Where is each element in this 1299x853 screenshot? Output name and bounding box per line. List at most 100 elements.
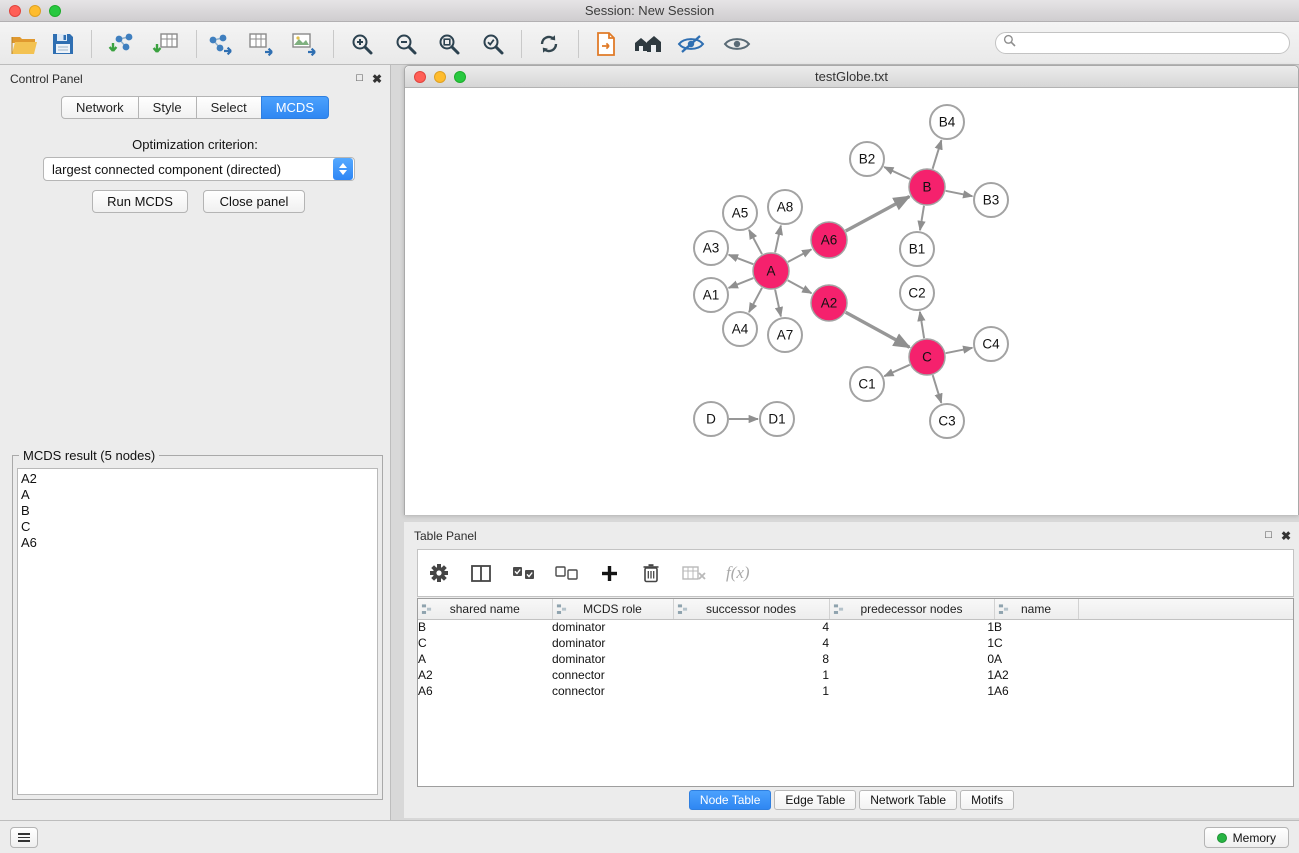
export-network-icon[interactable]: [200, 28, 238, 60]
node-table[interactable]: shared nameMCDS rolesuccessor nodesprede…: [417, 598, 1294, 787]
add-row-icon[interactable]: [598, 560, 620, 586]
table-cell[interactable]: B: [994, 619, 1078, 635]
table-cell[interactable]: 1: [829, 635, 994, 651]
table-cell[interactable]: A: [418, 651, 552, 667]
table-cell[interactable]: dominator: [552, 635, 673, 651]
table-cell[interactable]: dominator: [552, 651, 673, 667]
mcds-result-list[interactable]: A2ABCA6: [17, 468, 378, 795]
graph-edge-A6-B[interactable]: [846, 197, 910, 232]
close-panel-icon[interactable]: ✖: [372, 73, 382, 85]
tab-mcds[interactable]: MCDS: [261, 96, 329, 119]
table-cell[interactable]: C: [994, 635, 1078, 651]
graph-edge-C-C3[interactable]: [933, 375, 942, 403]
table-cell[interactable]: dominator: [552, 619, 673, 635]
export-table-icon[interactable]: [242, 28, 280, 60]
memory-button[interactable]: Memory: [1204, 827, 1289, 848]
graph-edge-B-B3[interactable]: [946, 191, 973, 196]
table-cell[interactable]: B: [418, 619, 552, 635]
table-cell[interactable]: 8: [673, 651, 829, 667]
table-cell[interactable]: connector: [552, 667, 673, 683]
tab-select[interactable]: Select: [196, 96, 262, 119]
table-cell[interactable]: 4: [673, 635, 829, 651]
graph-edge-A-A4[interactable]: [749, 288, 762, 312]
table-cell[interactable]: 1: [829, 683, 994, 699]
zoom-selected-icon[interactable]: [474, 28, 512, 60]
delete-row-icon[interactable]: [640, 560, 662, 586]
zoom-out-icon[interactable]: [387, 28, 425, 60]
table-row[interactable]: A6connector11A6: [418, 683, 1294, 699]
tab-node-table[interactable]: Node Table: [689, 790, 772, 810]
node-table-header[interactable]: shared nameMCDS rolesuccessor nodesprede…: [418, 599, 1294, 619]
close-panel-button[interactable]: Close panel: [203, 190, 305, 213]
graph-edge-A-A7[interactable]: [775, 290, 781, 317]
graph-edge-C-C1[interactable]: [884, 365, 909, 376]
show-all-icon[interactable]: [718, 28, 756, 60]
task-history-button[interactable]: [10, 827, 38, 848]
optimization-criterion-dropdown[interactable]: largest connected component (directed): [43, 157, 355, 181]
graph-edge-A-A2[interactable]: [788, 280, 812, 293]
run-mcds-button[interactable]: Run MCDS: [92, 190, 188, 213]
table-cell[interactable]: A6: [994, 683, 1078, 699]
result-item[interactable]: B: [21, 503, 377, 519]
table-cell[interactable]: C: [418, 635, 552, 651]
table-settings-icon[interactable]: [428, 560, 450, 586]
graph-edge-A-A8[interactable]: [775, 226, 781, 253]
table-cell[interactable]: 1: [829, 667, 994, 683]
column-header[interactable]: shared name: [418, 599, 552, 619]
graph-edge-A-A1[interactable]: [729, 278, 754, 288]
table-row[interactable]: Bdominator41B: [418, 619, 1294, 635]
result-item[interactable]: C: [21, 519, 377, 535]
graph-edge-C-C2[interactable]: [920, 312, 924, 338]
graph-edge-C-C4[interactable]: [946, 348, 973, 353]
table-row[interactable]: Adominator80A: [418, 651, 1294, 667]
tab-edge-table[interactable]: Edge Table: [774, 790, 856, 810]
column-header[interactable]: name: [994, 599, 1078, 619]
hide-selected-icon[interactable]: [672, 28, 710, 60]
table-cell[interactable]: A2: [418, 667, 552, 683]
column-header[interactable]: predecessor nodes: [829, 599, 994, 619]
export-image-icon[interactable]: [285, 28, 323, 60]
table-cell[interactable]: connector: [552, 683, 673, 699]
result-item[interactable]: A6: [21, 535, 377, 551]
tab-network-table[interactable]: Network Table: [859, 790, 957, 810]
save-session-icon[interactable]: [44, 28, 82, 60]
import-table-from-file-icon[interactable]: [147, 28, 185, 60]
graph-edge-A-A6[interactable]: [788, 249, 812, 262]
network-canvas-svg[interactable]: B4B2BB3A5A8A6B1A3AC2A1A2A4A7C4CC1C3DD1: [405, 88, 1298, 515]
graph-edge-B-B1[interactable]: [920, 206, 924, 230]
result-item[interactable]: A2: [21, 471, 377, 487]
column-header[interactable]: MCDS role: [552, 599, 673, 619]
tab-style[interactable]: Style: [138, 96, 197, 119]
table-row[interactable]: Cdominator41C: [418, 635, 1294, 651]
column-header[interactable]: successor nodes: [673, 599, 829, 619]
refresh-view-icon[interactable]: [530, 28, 568, 60]
search-input[interactable]: [1016, 34, 1289, 52]
table-cell[interactable]: 0: [829, 651, 994, 667]
table-cell[interactable]: A2: [994, 667, 1078, 683]
table-cell[interactable]: 1: [673, 667, 829, 683]
table-row[interactable]: A2connector11A2: [418, 667, 1294, 683]
table-cell[interactable]: 4: [673, 619, 829, 635]
table-cell[interactable]: A6: [418, 683, 552, 699]
tab-motifs[interactable]: Motifs: [960, 790, 1014, 810]
zoom-in-icon[interactable]: [343, 28, 381, 60]
float-panel-icon[interactable]: □: [356, 73, 363, 84]
float-table-panel-icon[interactable]: □: [1265, 530, 1272, 541]
show-columns-icon[interactable]: [470, 560, 492, 586]
graph-edge-B-B2[interactable]: [884, 167, 910, 179]
deselect-all-icon[interactable]: [555, 560, 578, 586]
graph-edge-B-B4[interactable]: [933, 140, 942, 169]
open-session-icon[interactable]: [5, 28, 43, 60]
graph-edge-A2-C[interactable]: [846, 312, 910, 347]
open-manual-icon[interactable]: [587, 28, 625, 60]
network-overview-icon[interactable]: [629, 28, 667, 60]
table-cell[interactable]: A: [994, 651, 1078, 667]
select-all-icon[interactable]: [512, 560, 535, 586]
graph-edge-A-A3[interactable]: [729, 255, 754, 264]
table-cell[interactable]: 1: [829, 619, 994, 635]
import-network-from-file-icon[interactable]: [102, 28, 140, 60]
graph-edge-A-A5[interactable]: [749, 230, 762, 254]
tab-network[interactable]: Network: [61, 96, 139, 119]
toolbar-search[interactable]: [995, 32, 1290, 54]
node-table-body[interactable]: Bdominator41BCdominator41CAdominator80AA…: [418, 619, 1294, 699]
